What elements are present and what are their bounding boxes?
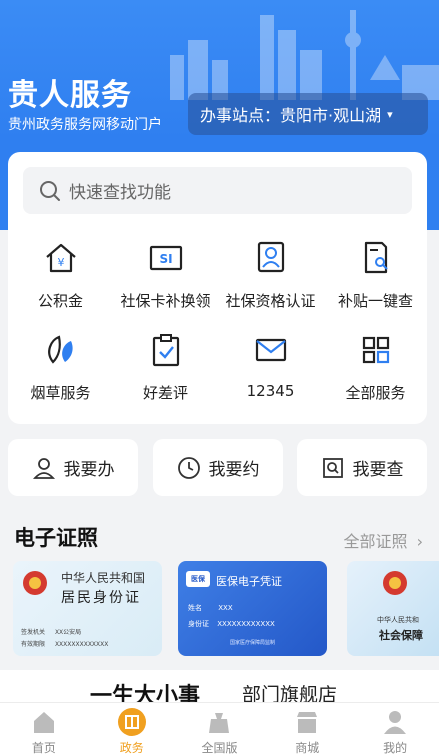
tab-gov[interactable]: 政务 <box>88 703 176 754</box>
app-title: 贵人服务 <box>8 78 132 113</box>
certificates-title: 电子证照 <box>14 526 98 550</box>
mail-icon <box>255 338 286 362</box>
search-icon <box>40 180 60 201</box>
chevron-down-icon: ▾ <box>387 107 393 121</box>
id-card-issuer-field: 签发机关 <box>21 629 46 636</box>
user-verify-icon <box>257 241 284 273</box>
certificates-more-link[interactable]: 全部证照 › <box>343 528 423 552</box>
id-card-title-line2: 居民身份证 <box>61 590 141 606</box>
national-emblem-icon <box>383 571 407 595</box>
site-selector[interactable]: 办事站点：贵阳市·观山湖 ▾ <box>188 93 428 135</box>
service-12345[interactable]: 12345 <box>218 332 323 412</box>
service-social-verify[interactable]: 社保资格认证 <box>218 240 323 320</box>
service-label: 社保资格认证 <box>225 292 316 310</box>
medical-name-value: XXX <box>218 604 233 612</box>
svg-text:SI: SI <box>159 252 172 266</box>
service-label: 社保卡补换领 <box>120 292 211 310</box>
quick-action-label: 我要查 <box>352 460 404 480</box>
national-emblem-icon <box>23 571 47 595</box>
globe-icon <box>209 713 230 733</box>
search-doc-icon <box>322 457 343 478</box>
medical-footer: 国家医疗保障局监制 <box>230 640 276 646</box>
city-skyline-decoration <box>170 10 439 100</box>
service-social-card[interactable]: SI 社保卡补换领 <box>113 240 218 320</box>
house-yen-icon: ¥ <box>45 243 76 273</box>
tab-national[interactable]: 全国版 <box>176 703 264 754</box>
svg-text:¥: ¥ <box>57 256 64 269</box>
id-card-issuer-value: XX公安局 <box>54 629 82 636</box>
medical-name: 姓名 XXX <box>188 603 233 613</box>
certificates-more-label: 全部证照 <box>343 532 408 551</box>
medical-insurance-certificate[interactable]: 医保 医保电子凭证 姓名 XXX 身份证 XXXXXXXXXXXX 国家医疗保障… <box>178 561 327 656</box>
id-card-title-line1: 中华人民共和国 <box>61 571 146 585</box>
home-icon <box>33 712 54 733</box>
clock-icon <box>177 456 200 479</box>
grid-icon <box>362 336 389 364</box>
service-subsidy-check[interactable]: 补贴一键查 <box>323 240 428 320</box>
medical-name-field: 姓名 <box>188 604 202 612</box>
search-placeholder: 快速查找功能 <box>69 183 171 203</box>
service-label: 烟草服务 <box>30 384 91 402</box>
quick-action-query[interactable]: 我要查 <box>297 439 427 496</box>
app-subtitle: 贵州政务服务网移动门户 <box>8 117 162 133</box>
service-tobacco[interactable]: 烟草服务 <box>8 332 113 412</box>
person-icon <box>32 457 55 479</box>
bottom-tab-bar: 首页 政务 全国版 商城 我的 <box>0 702 439 754</box>
service-label: 12345 <box>246 382 295 400</box>
shop-icon <box>297 712 318 733</box>
medical-id-field: 身份证 <box>188 620 209 628</box>
social-security-certificate[interactable]: 中华人民共和 社会保障 <box>347 561 439 656</box>
search-input[interactable]: 快速查找功能 <box>23 167 412 214</box>
gov-icon <box>117 708 146 736</box>
tab-label: 全国版 <box>201 741 238 754</box>
medical-title: 医保电子凭证 <box>216 575 282 588</box>
id-card-certificate[interactable]: 中华人民共和国 居民身份证 签发机关 XX公安局 有效期限 XXXXXXXXXX… <box>13 561 162 656</box>
social-title-line2: 社会保障 <box>379 629 423 642</box>
tab-label: 首页 <box>31 741 56 754</box>
service-all[interactable]: 全部服务 <box>323 332 428 412</box>
tab-label: 政务 <box>119 741 144 754</box>
site-selector-label: 办事站点：贵阳市·观山湖 <box>200 106 382 125</box>
service-label: 全部服务 <box>345 384 406 402</box>
service-label: 公积金 <box>37 292 83 310</box>
service-label: 补贴一键查 <box>337 292 413 310</box>
tab-label: 我的 <box>383 741 408 754</box>
services-card: 快速查找功能 ¥ 公积金 SI 社保卡补换领 社保资格认证 补贴一键查 烟草服务… <box>8 152 427 424</box>
id-card-validity-value: XXXXXXXXXXXXX <box>54 641 109 648</box>
chevron-right-icon: › <box>416 532 423 551</box>
leaf-icon <box>47 335 73 364</box>
quick-action-label: 我要办 <box>63 460 115 480</box>
document-search-icon <box>364 241 388 274</box>
tab-mine[interactable]: 我的 <box>351 703 439 754</box>
id-card-validity: 有效期限 XXXXXXXXXXXXX <box>21 639 108 648</box>
medical-id-value: XXXXXXXXXXXX <box>217 620 275 628</box>
quick-action-label: 我要约 <box>208 460 260 480</box>
medical-id: 身份证 XXXXXXXXXXXX <box>188 619 275 629</box>
medical-badge: 医保 <box>186 571 210 587</box>
social-title-line1: 中华人民共和 <box>377 616 419 624</box>
service-gongjijin[interactable]: ¥ 公积金 <box>8 240 113 320</box>
tab-label: 商城 <box>295 741 320 754</box>
tab-shop[interactable]: 商城 <box>263 703 351 754</box>
clipboard-check-icon <box>152 334 179 367</box>
tab-home[interactable]: 首页 <box>0 703 88 754</box>
social-card-icon: SI <box>149 245 182 271</box>
service-label: 好差评 <box>142 384 188 402</box>
user-icon <box>384 711 407 734</box>
quick-action-appointment[interactable]: 我要约 <box>153 439 283 496</box>
id-card-validity-field: 有效期限 <box>21 641 46 648</box>
quick-action-apply[interactable]: 我要办 <box>8 439 138 496</box>
id-card-issuer: 签发机关 XX公安局 <box>21 627 81 636</box>
service-rating[interactable]: 好差评 <box>113 332 218 412</box>
